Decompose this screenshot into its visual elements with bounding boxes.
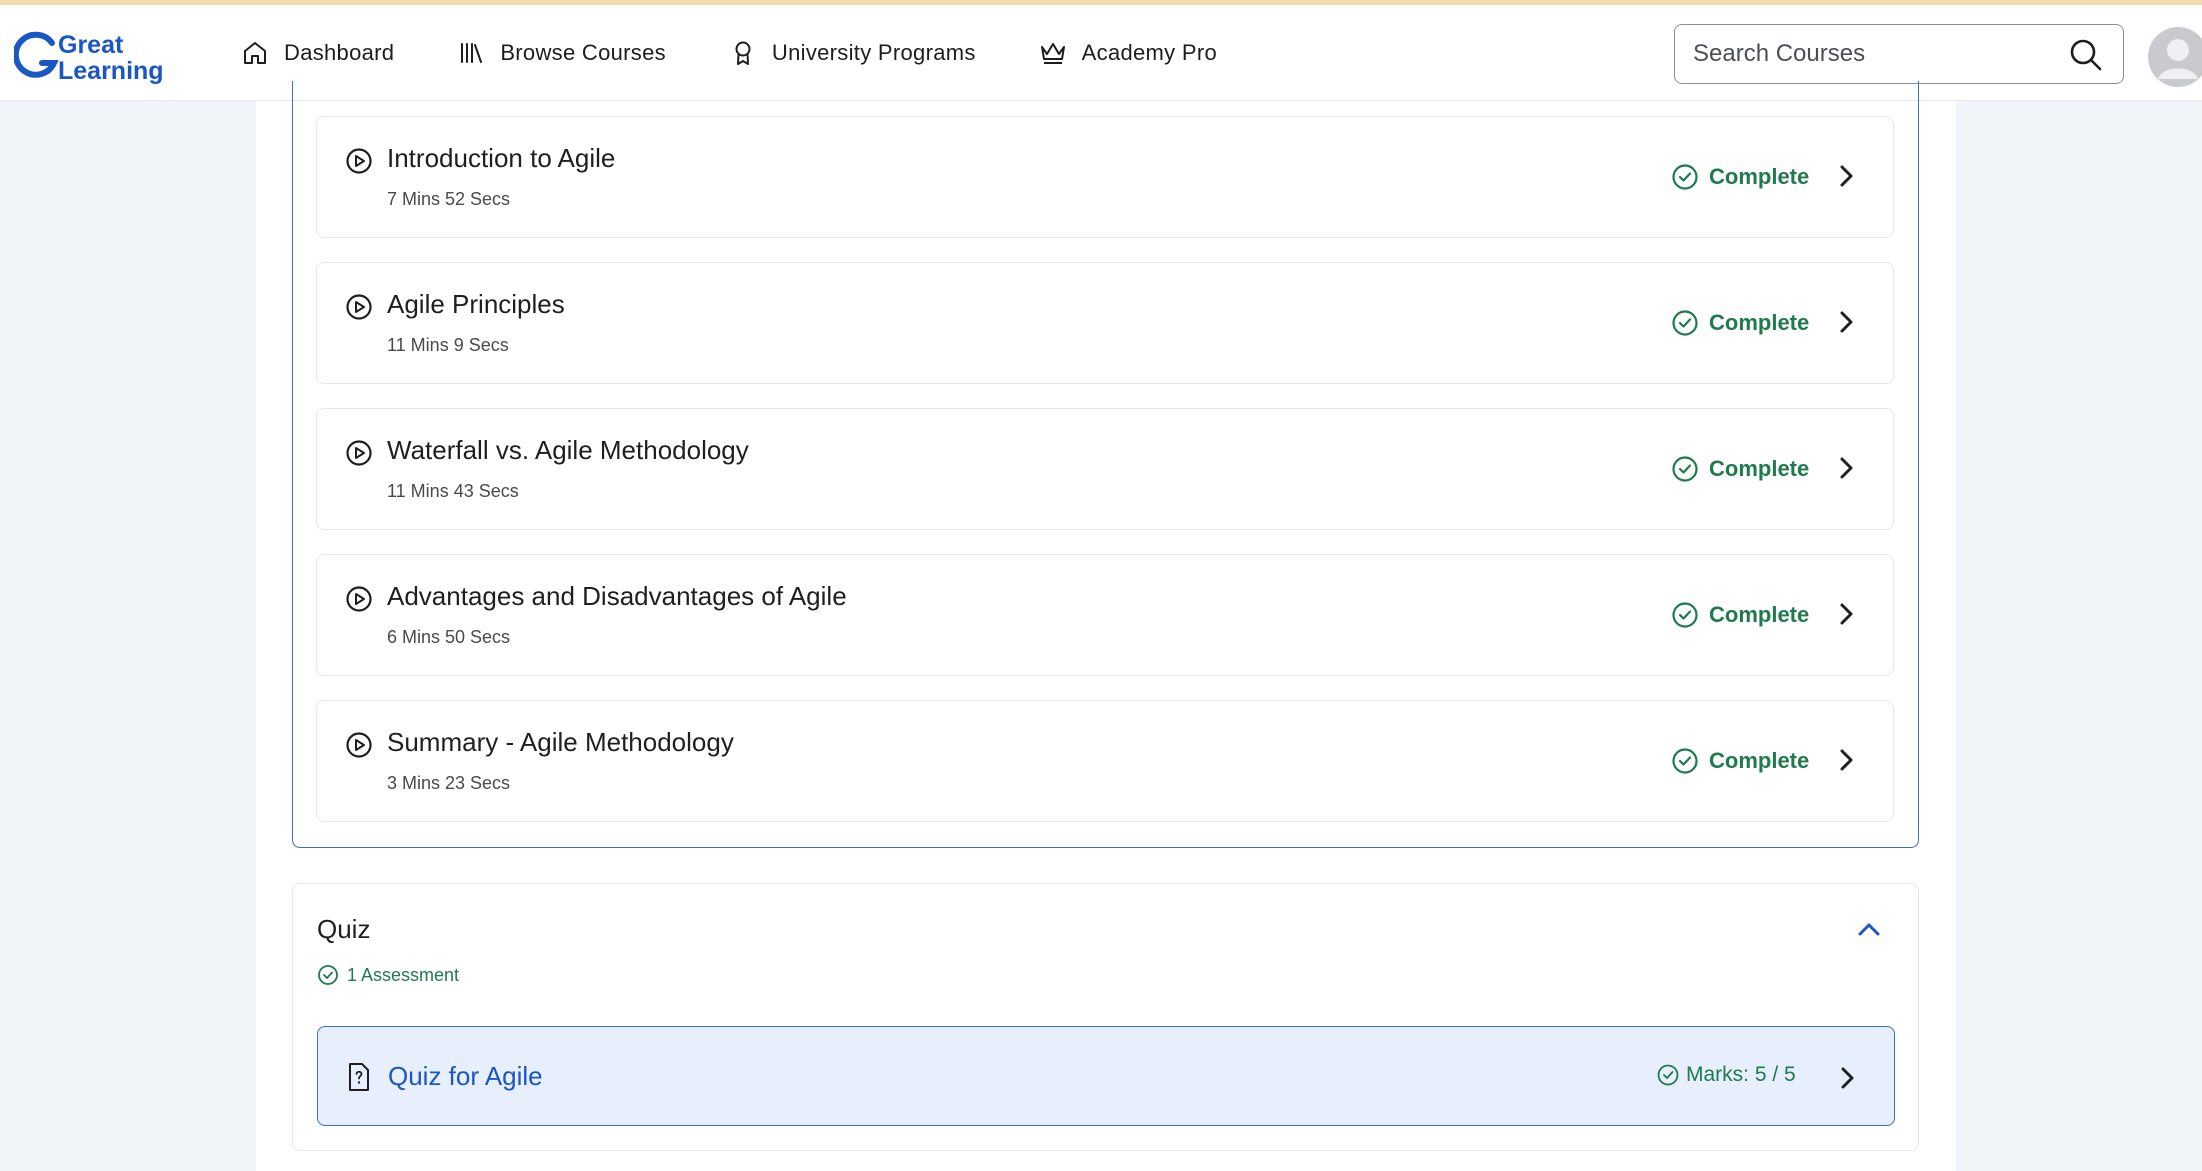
- lesson-title: Introduction to Agile: [387, 143, 616, 173]
- quiz-section: Quiz 1 Assessment Quiz for Agile Marks: …: [292, 883, 1919, 1151]
- lesson-title: Advantages and Disadvantages of Agile: [387, 581, 847, 611]
- lesson-duration: 11 Mins 43 Secs: [387, 481, 519, 501]
- logo-text-great: Great: [58, 31, 124, 59]
- play-circle-icon: [345, 439, 373, 467]
- check-circle-icon: [1671, 163, 1699, 191]
- lesson-status: Complete: [1671, 601, 1809, 629]
- nav-browse-courses[interactable]: Browse Courses: [456, 38, 666, 68]
- nav-academy-pro-label: Academy Pro: [1081, 40, 1218, 65]
- logo-text-learning: Learning: [58, 57, 164, 85]
- check-circle-icon: [317, 964, 339, 986]
- lesson-duration: 3 Mins 23 Secs: [387, 773, 511, 793]
- check-circle-icon: [1671, 309, 1699, 337]
- search-box: [1674, 24, 2124, 84]
- chevron-right-icon[interactable]: [1831, 599, 1861, 629]
- lesson-title: Summary - Agile Methodology: [387, 727, 734, 757]
- lesson-row[interactable]: Waterfall vs. Agile Methodology 11 Mins …: [316, 408, 1894, 530]
- chevron-right-icon[interactable]: [1831, 745, 1861, 775]
- lesson-title: Waterfall vs. Agile Methodology: [387, 435, 749, 465]
- lesson-row[interactable]: Advantages and Disadvantages of Agile 6 …: [316, 554, 1894, 676]
- chevron-right-icon[interactable]: [1832, 1063, 1862, 1093]
- quiz-marks-label: Marks: 5 / 5: [1686, 1063, 1796, 1086]
- lesson-status: Complete: [1671, 309, 1809, 337]
- nav-academy-pro[interactable]: Academy Pro: [1038, 38, 1217, 68]
- nav-browse-courses-label: Browse Courses: [500, 40, 666, 65]
- assessment-count: 1 Assessment: [317, 964, 459, 986]
- lesson-status: Complete: [1671, 163, 1809, 191]
- quiz-marks: Marks: 5 / 5: [1656, 1063, 1796, 1087]
- nav-dashboard-label: Dashboard: [284, 40, 395, 65]
- lesson-duration: 6 Mins 50 Secs: [387, 627, 511, 647]
- lesson-title: Agile Principles: [387, 289, 565, 319]
- lesson-duration: 11 Mins 9 Secs: [387, 335, 509, 355]
- chevron-right-icon[interactable]: [1831, 161, 1861, 191]
- lesson-status-label: Complete: [1709, 748, 1810, 773]
- play-circle-icon: [345, 293, 373, 321]
- search-icon[interactable]: [2069, 38, 2103, 72]
- library-icon: [456, 38, 486, 68]
- check-circle-icon: [1656, 1063, 1680, 1087]
- quiz-document-icon: [346, 1062, 372, 1092]
- crown-icon: [1038, 38, 1068, 68]
- lesson-status-label: Complete: [1709, 456, 1810, 481]
- home-icon: [240, 38, 270, 68]
- lesson-status: Complete: [1671, 747, 1809, 775]
- check-circle-icon: [1671, 601, 1699, 629]
- play-circle-icon: [345, 731, 373, 759]
- award-icon: [728, 38, 758, 68]
- lesson-status-label: Complete: [1709, 310, 1810, 335]
- chevron-right-icon[interactable]: [1831, 453, 1861, 483]
- check-circle-icon: [1671, 455, 1699, 483]
- lesson-row[interactable]: Introduction to Agile 7 Mins 52 Secs Com…: [316, 116, 1894, 238]
- play-circle-icon: [345, 147, 373, 175]
- assessment-count-label: 1 Assessment: [347, 964, 460, 985]
- user-avatar[interactable]: [2148, 27, 2202, 87]
- lesson-duration: 7 Mins 52 Secs: [387, 189, 511, 209]
- quiz-section-title: Quiz: [317, 914, 371, 944]
- lesson-status-label: Complete: [1709, 602, 1810, 627]
- nav-university-programs-label: University Programs: [771, 40, 976, 65]
- lesson-row[interactable]: Summary - Agile Methodology 3 Mins 23 Se…: [316, 700, 1894, 822]
- nav-dashboard[interactable]: Dashboard: [240, 38, 394, 68]
- quiz-item-title: Quiz for Agile: [388, 1061, 543, 1091]
- great-learning-logo[interactable]: Great Learning: [14, 29, 174, 85]
- lesson-status: Complete: [1671, 455, 1809, 483]
- lesson-row[interactable]: Agile Principles 11 Mins 9 Secs Complete: [316, 262, 1894, 384]
- nav-university-programs[interactable]: University Programs: [728, 38, 976, 68]
- lesson-status-label: Complete: [1709, 164, 1810, 189]
- play-circle-icon: [345, 585, 373, 613]
- search-input[interactable]: [1693, 37, 2063, 71]
- quiz-item[interactable]: Quiz for Agile Marks: 5 / 5: [317, 1026, 1895, 1126]
- check-circle-icon: [1671, 747, 1699, 775]
- chevron-right-icon[interactable]: [1831, 307, 1861, 337]
- chevron-up-icon[interactable]: [1853, 914, 1885, 946]
